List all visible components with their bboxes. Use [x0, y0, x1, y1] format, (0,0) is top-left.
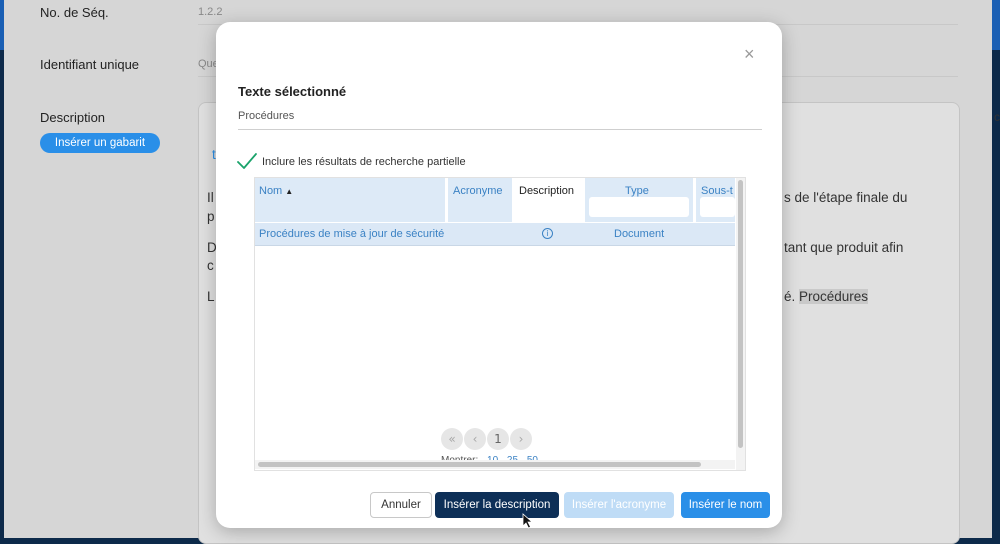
info-icon[interactable]: i: [542, 228, 553, 239]
topbar-edge-left: [0, 0, 4, 50]
next-page-icon[interactable]: ›: [510, 428, 532, 450]
col-description[interactable]: Description: [519, 185, 574, 197]
vertical-scroll-thumb[interactable]: [738, 180, 743, 448]
check-icon[interactable]: [236, 152, 258, 170]
selected-word: Procédures: [799, 289, 869, 304]
insert-dialog: × Texte sélectionné Procédures Inclure l…: [216, 22, 782, 528]
topbar-edge-right: [992, 0, 1000, 50]
insert-acronym-button[interactable]: Insérer l'acronyme: [564, 492, 674, 518]
selected-text-value: Procédures: [238, 110, 295, 122]
editor-line-2: p: [207, 209, 215, 224]
table-row[interactable]: Procédures de mise à jour de sécurité i …: [255, 223, 735, 246]
horizontal-scroll-thumb[interactable]: [258, 462, 701, 467]
cell-nom[interactable]: Procédures de mise à jour de sécurité: [259, 228, 444, 240]
mouse-cursor-icon: [522, 513, 534, 529]
editor-text-right-3a: é.: [784, 289, 800, 304]
subtype-filter-input[interactable]: [700, 197, 735, 217]
uid-label: Identifiant unique: [40, 57, 140, 72]
editor-line-4: c: [207, 258, 214, 273]
right-edge-glyph: c: [994, 110, 1000, 124]
partial-search-label[interactable]: Inclure les résultats de recherche parti…: [262, 156, 466, 168]
results-table: Nom ▲ Acronyme Description Type Sous-t P…: [254, 177, 746, 471]
type-filter-input[interactable]: [589, 197, 689, 217]
col-separator: [582, 178, 585, 222]
col-type[interactable]: Type: [625, 185, 649, 197]
col-sous-type[interactable]: Sous-t: [701, 185, 733, 197]
col-acronyme[interactable]: Acronyme: [453, 185, 503, 197]
insert-template-button[interactable]: Insérer un gabarit: [40, 133, 160, 153]
selected-text-title: Texte sélectionné: [238, 84, 347, 99]
col-nom-label: Nom: [259, 185, 283, 197]
seq-value: 1.2.2: [198, 6, 223, 18]
insert-description-button[interactable]: Insérer la description: [435, 492, 559, 518]
first-page-icon[interactable]: «: [441, 428, 463, 450]
editor-line-1: Il: [207, 190, 214, 205]
table-header: Nom ▲ Acronyme Description Type Sous-t: [255, 178, 735, 222]
editor-text-right-2: tant que produit afin: [784, 240, 904, 255]
col-separator: [693, 178, 696, 222]
cancel-button[interactable]: Annuler: [370, 492, 432, 518]
col-nom[interactable]: Nom ▲: [259, 185, 293, 197]
description-label: Description: [40, 110, 106, 125]
insert-name-button[interactable]: Insérer le nom: [681, 492, 770, 518]
prev-page-icon[interactable]: ‹: [464, 428, 486, 450]
sort-asc-icon: ▲: [285, 187, 294, 196]
cell-type: Document: [614, 228, 665, 240]
page-number[interactable]: 1: [487, 428, 509, 450]
editor-text-right-3: é. Procédures: [784, 289, 869, 304]
editor-line-5: L: [207, 289, 215, 304]
col-separator: [445, 178, 448, 222]
close-icon[interactable]: ×: [744, 44, 755, 65]
horizontal-scrollbar[interactable]: [255, 460, 735, 469]
selected-text-divider: [238, 129, 762, 130]
seq-label: No. de Séq.: [40, 5, 109, 20]
vertical-scrollbar[interactable]: [736, 178, 745, 470]
editor-text-right-1: s de l'étape finale du: [784, 190, 908, 205]
